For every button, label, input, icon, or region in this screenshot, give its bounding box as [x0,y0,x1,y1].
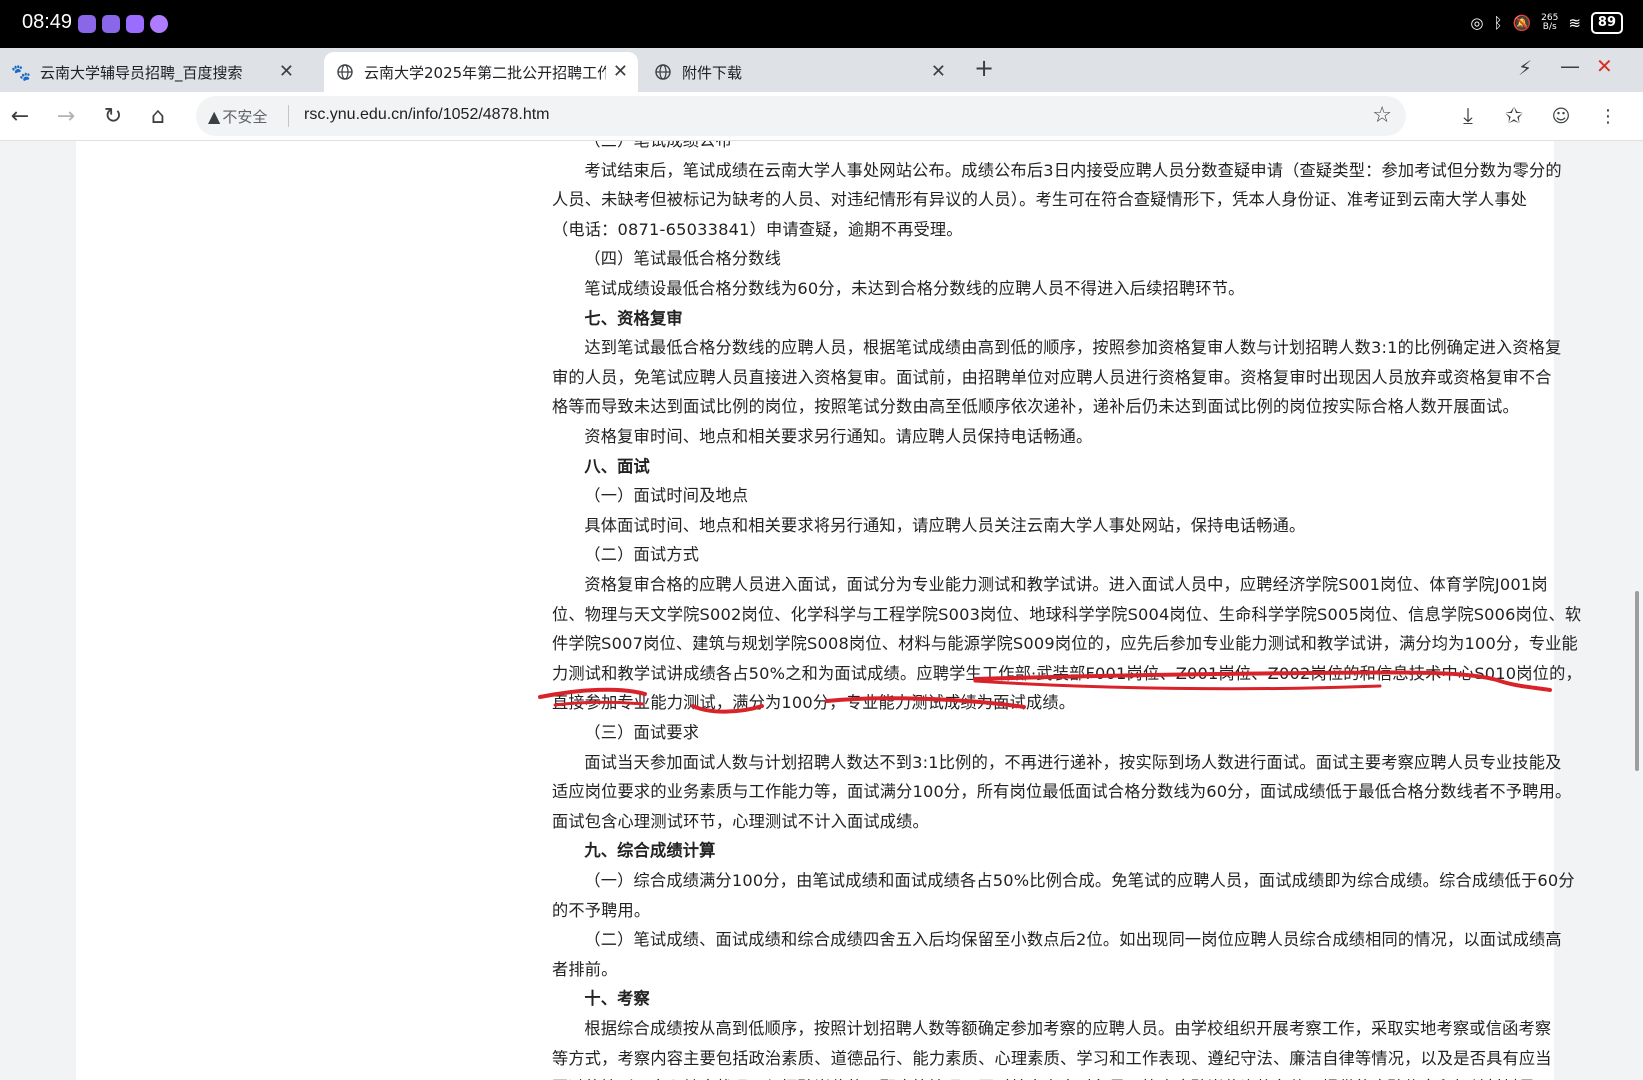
system-tray: ◎ ᛒ 🔕 265 B/s ≋ 89 [1470,12,1623,34]
warning-icon: ▲ [208,106,221,126]
article-line: 考试结束后，笔试成绩在云南大学人事处网站公布。成绩公布后3日内接受应聘人员分数查… [584,160,1562,180]
download-button[interactable]: ⤓ [1452,100,1484,132]
globe-icon [654,63,672,81]
article-line: 格等而导致未达到面试比例的岗位，按照笔试分数由高至低顺序依次递补，递补后仍未达到… [552,397,1519,417]
web-content: （三）笔试成绩公布考试结束后，笔试成绩在云南大学人事处网站公布。成绩公布后3日内… [0,141,1643,1080]
article-line: 位、物理与天文学院S002岗位、化学科学与工程学院S003岗位、地球科学学院S0… [552,604,1582,624]
favorites-icon[interactable]: ✩ [1498,100,1530,132]
article-line: 根据综合成绩按从高到低顺序，按照计划招聘人数等额确定参加考察的应聘人员。由学校组… [584,1019,1552,1038]
tab-title: 云南大学2025年第二批公开招聘工作 [364,63,606,82]
article-line: （三）笔试成绩公布 [584,141,732,155]
forward-button[interactable]: → [50,100,82,132]
scrollbar-thumb[interactable] [1635,591,1639,771]
nfc-icon: ◎ [1470,14,1484,32]
close-icon[interactable]: ✕ [279,61,294,82]
mute-icon: 🔕 [1512,14,1532,32]
section-heading: 八、面试 [584,456,650,476]
article-line: 力测试和教学试讲成绩各占50%之和为面试成绩。应聘学生工作部·武装部F001岗位… [552,663,1582,683]
tab-title: 附件下载 [682,63,743,82]
article-line: （四）笔试最低合格分数线 [584,249,782,269]
article-line: （一）面试时间及地点 [584,486,749,506]
network-speed: 265 B/s [1541,14,1558,32]
omnibox-divider [288,105,289,127]
app-notification-icon [102,15,120,33]
browser-toolbar: ← → ↻ ⌂ ▲ 不安全 rsc.ynu.edu.cn/info/1052/4… [0,92,1643,141]
app-notification-icon [78,15,96,33]
article-line: 面试包含心理测试环节，心理测试不计入面试成绩。 [552,811,929,831]
url-text[interactable]: rsc.ynu.edu.cn/info/1052/4878.htm [304,106,550,124]
article-line: 的不予聘用。 [552,900,651,920]
article-line: 等方式，考察内容主要包括政治素质、道德品行、能力素质、心理素质、学习和工作表现、… [552,1048,1552,1068]
minimize-button[interactable]: — [1560,54,1580,78]
network-speed-unit: B/s [1542,22,1557,32]
notification-icons [78,15,168,33]
article-line: 资格复审时间、地点和相关要求另行通知。请应聘人员保持电话畅通。 [584,427,1093,446]
article-line: 达到笔试最低合格分数线的应聘人员，根据笔试成绩由高到低的顺序，按照参加资格复审人… [584,338,1562,358]
article-line: 直接参加专业能力测试，满分为100分，专业能力测试成绩为面试成绩。 [552,693,1076,713]
flip-icon[interactable]: ⚡ [1518,56,1532,80]
tab-attachment-download[interactable]: 附件下载 ✕ [642,52,956,92]
section-heading: 七、资格复审 [584,308,683,328]
bluetooth-icon: ᛒ [1493,14,1503,32]
tab-baidu-search[interactable]: 🐾 云南大学辅导员招聘_百度搜索 ✕ [0,52,304,92]
tab-title: 云南大学辅导员招聘_百度搜索 [40,63,243,82]
back-button[interactable]: ← [4,100,36,132]
security-indicator[interactable]: ▲ 不安全 [208,104,267,128]
close-icon[interactable]: ✕ [931,61,946,82]
menu-icon[interactable]: ⋮ [1592,100,1624,132]
article-line: （一）综合成绩满分100分，由笔试成绩和面试成绩各占50%比例合成。免笔试的应聘… [584,871,1575,890]
status-bar: 08:49 ◎ ᛒ 🔕 265 B/s ≋ 89 [0,0,1643,48]
app-notification-icon [126,15,144,33]
bookmark-star-icon[interactable]: ☆ [1372,103,1392,128]
close-window-button[interactable]: ✕ [1596,54,1613,78]
reload-button[interactable]: ↻ [97,100,129,132]
section-heading: 九、综合成绩计算 [584,841,716,861]
address-bar[interactable]: ▲ 不安全 rsc.ynu.edu.cn/info/1052/4878.htm … [196,96,1406,136]
article-line: 审的人员，免笔试应聘人员直接进入资格复审。面试前，由招聘单位对应聘人员进行资格复… [552,367,1552,387]
home-button[interactable]: ⌂ [142,100,174,132]
article-line: （电话：0871-65033841）申请查疑，逾期不再受理。 [552,219,963,239]
tab-strip: 🐾 云南大学辅导员招聘_百度搜索 ✕ 云南大学2025年第二批公开招聘工作 ✕ … [0,48,1643,92]
article-line: 回避的情形、身心健康状况、与招聘岗位的匹配度等情况，同时核实考察对象是否符合应聘… [552,1073,1552,1080]
article-line: 具体面试时间、地点和相关要求将另行通知，请应聘人员关注云南大学人事处网站，保持电… [584,515,1306,535]
article-line: 资格复审合格的应聘人员进入面试，面试分为专业能力测试和教学试讲。进入面试人员中，… [584,575,1548,594]
article-line: 面试当天参加面试人数与计划招聘人数达不到3:1比例的，不再进行递补，按实际到场人… [584,752,1562,772]
app-notification-icon [150,15,168,33]
article-line: 人员、未缺考但被标记为缺考的人员、对违纪情形有异议的人员）。考生可在符合查疑情形… [552,190,1528,210]
wifi-icon: ≋ [1568,14,1581,32]
section-heading: 十、考察 [584,989,650,1009]
globe-icon [336,63,354,81]
battery-indicator: 89 [1590,12,1623,34]
clock: 08:49 [22,11,73,33]
security-label: 不安全 [222,107,268,126]
tab-recruitment-notice[interactable]: 云南大学2025年第二批公开招聘工作 ✕ [324,52,638,92]
baidu-paw-icon: 🐾 [11,62,31,82]
article-line: 者排前。 [552,959,618,979]
article-line: （二）笔试成绩、面试成绩和综合成绩四舍五入后均保留至小数点后2位。如出现同一岗位… [584,930,1562,950]
profile-avatar[interactable]: ☺ [1545,100,1577,132]
new-tab-button[interactable]: + [974,54,994,82]
article-line: 笔试成绩设最低合格分数线为60分，未达到合格分数线的应聘人员不得进入后续招聘环节… [584,279,1245,298]
article-line: 适应岗位要求的业务素质与工作能力等，面试满分100分，所有岗位最低面试合格分数线… [552,782,1572,802]
page-body: （三）笔试成绩公布考试结束后，笔试成绩在云南大学人事处网站公布。成绩公布后3日内… [76,141,1582,1080]
article-line: （二）面试方式 [584,545,700,565]
close-icon[interactable]: ✕ [613,61,628,82]
article-line: 件学院S007岗位、建筑与规划学院S008岗位、材料与能源学院S009岗位的，应… [552,634,1578,654]
article-line: （三）面试要求 [584,723,700,742]
